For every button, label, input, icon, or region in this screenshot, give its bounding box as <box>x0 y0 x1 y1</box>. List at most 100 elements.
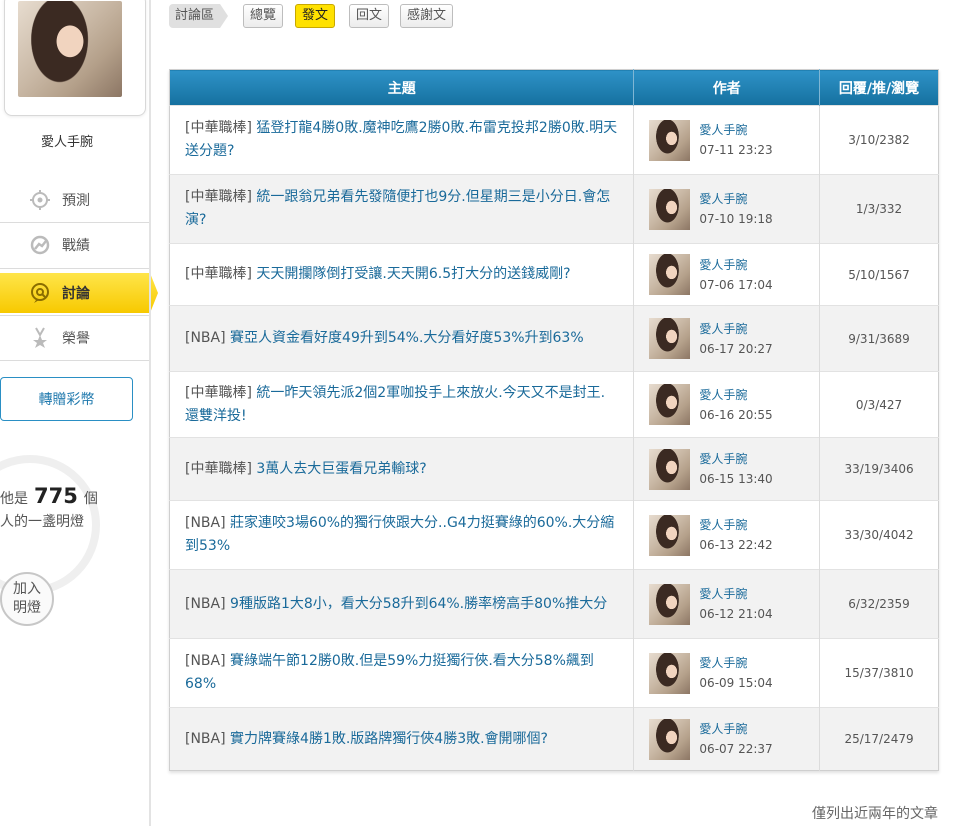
author-name[interactable]: 愛人手腕 <box>699 122 772 138</box>
tab-thanks[interactable]: 感謝文 <box>400 4 454 28</box>
topic-tag: [中華職棒] <box>185 120 252 136</box>
author-box: 愛人手腕 06-13 22:42 <box>634 514 819 556</box>
topic-tag: [NBA] <box>185 595 226 612</box>
author-cell: 愛人手腕 07-11 23:23 <box>633 105 821 175</box>
table-row: [NBA] 莊家連咬3場60%的獨行俠跟大分..G4力挺賽綠的60%.大分縮到5… <box>169 500 939 570</box>
stats-cell: 25/17/2479 <box>819 707 939 771</box>
author-box: 愛人手腕 06-12 21:04 <box>634 583 819 625</box>
author-box: 愛人手腕 06-17 20:27 <box>634 318 819 359</box>
topic-cell: [中華職棒] 3萬人去大巨蛋看兄弟輸球? <box>169 437 635 501</box>
author-box: 愛人手腕 07-11 23:23 <box>634 119 819 161</box>
table-row: [中華職棒] 3萬人去大巨蛋看兄弟輸球? 愛人手腕 06-15 13:40 33/19… <box>169 437 939 501</box>
gift-coins-button[interactable]: 轉贈彩幣 <box>0 377 133 421</box>
sidebar: 愛人手腕 預測 戰績 討論 榮譽 轉贈彩幣 他是 775 個 人的一盞明燈 加入 <box>0 0 158 826</box>
sidebar-item-label: 榮譽 <box>62 331 90 347</box>
author-name[interactable]: 愛人手腕 <box>699 321 772 337</box>
nav-divider <box>0 268 150 269</box>
author-cell: 愛人手腕 07-10 19:18 <box>633 174 821 244</box>
tab-posts[interactable]: 發文 <box>295 4 336 28</box>
topic-tag: [中華職棒] <box>185 189 252 205</box>
table-row: [NBA] 實力牌賽綠4勝1敗.版路牌獨行俠4勝3敗.會開哪個? 愛人手腕 06-0… <box>169 707 939 771</box>
author-cell: 愛人手腕 06-09 15:04 <box>633 638 821 708</box>
topic-link[interactable]: 9種版路1大8小，看大分58升到64%.勝率榜高手80%推大分 <box>230 596 607 612</box>
author-info: 愛人手腕 06-16 20:55 <box>699 387 772 423</box>
topic-tag: [中華職棒] <box>185 384 252 401</box>
join-lamp-button[interactable]: 加入 明燈 <box>0 572 54 626</box>
stats-cell: 5/10/1567 <box>819 243 939 306</box>
sidebar-item-label: 戰績 <box>62 238 90 254</box>
author-name[interactable]: 愛人手腕 <box>699 721 772 737</box>
author-cell: 愛人手腕 07-06 17:04 <box>633 243 821 306</box>
stats-cell: 9/31/3689 <box>819 305 939 372</box>
table-row: [NBA] 賽綠端午節12勝0敗.但是59%力挺獨行俠.看大分58%飆到68% 愛… <box>169 638 939 708</box>
post-time: 06-17 20:27 <box>699 341 773 356</box>
author-info: 愛人手腕 06-07 22:37 <box>699 721 772 757</box>
author-cell: 愛人手腕 06-15 13:40 <box>633 437 821 501</box>
sidebar-item-honor[interactable]: 榮譽 <box>0 316 150 360</box>
author-info: 愛人手腕 06-09 15:04 <box>699 655 772 691</box>
author-name[interactable]: 愛人手腕 <box>699 257 772 273</box>
author-name[interactable]: 愛人手腕 <box>699 451 772 467</box>
author-avatar[interactable] <box>649 119 691 161</box>
chat-icon <box>28 281 52 305</box>
header-topic: 主題 <box>169 69 635 106</box>
topic-link[interactable]: 賽綠端午節12勝0敗.但是59%力挺獨行俠.看大分58%飆到68% <box>185 653 594 692</box>
author-avatar[interactable] <box>649 384 691 425</box>
author-name[interactable]: 愛人手腕 <box>699 655 772 671</box>
author-cell: 愛人手腕 06-07 22:37 <box>633 707 821 771</box>
author-avatar[interactable] <box>649 583 691 625</box>
topic-link[interactable]: 天天開攔隊倒打受讓.天天開6.5打大分的送錢威剛? <box>256 266 570 282</box>
topic-tag: [中華職棒] <box>185 460 252 477</box>
author-avatar[interactable] <box>649 318 691 359</box>
topic-link[interactable]: 賽亞人資金看好度49升到54%.大分看好度53%升到63% <box>230 330 584 346</box>
section-label: 討論區 <box>169 4 228 28</box>
author-cell: 愛人手腕 06-13 22:42 <box>633 500 821 570</box>
lamp-count-text: 他是 775 個 <box>0 484 98 508</box>
author-box: 愛人手腕 06-15 13:40 <box>634 448 819 490</box>
target-icon <box>28 188 52 212</box>
topic-cell: [NBA] 賽亞人資金看好度49升到54%.大分看好度53%升到63% <box>169 305 635 372</box>
post-time: 07-11 23:23 <box>699 143 773 157</box>
topic-link[interactable]: 莊家連咬3場60%的獨行俠跟大分..G4力挺賽綠的60%.大分縮到53% <box>185 515 614 554</box>
author-info: 愛人手腕 07-06 17:04 <box>699 257 772 293</box>
author-name[interactable]: 愛人手腕 <box>699 387 772 403</box>
join-lamp-line2: 明燈 <box>13 600 41 616</box>
topic-tag: [NBA] <box>185 330 226 346</box>
author-box: 愛人手腕 06-07 22:37 <box>634 718 819 760</box>
topic-cell: [中華職棒] 統一昨天領先派2個2軍咖投手上來放火.今天又不是封王.還雙洋投! <box>169 371 635 438</box>
topic-link[interactable]: 實力牌賽綠4勝1敗.版路牌獨行俠4勝3敗.會開哪個? <box>230 731 548 747</box>
lamp-prefix: 他是 <box>0 491 28 507</box>
author-info: 愛人手腕 07-11 23:23 <box>699 122 772 158</box>
author-avatar[interactable] <box>649 718 691 760</box>
author-info: 愛人手腕 06-17 20:27 <box>699 321 772 357</box>
author-avatar[interactable] <box>649 652 691 694</box>
author-avatar[interactable] <box>649 448 691 490</box>
author-info: 愛人手腕 06-12 21:04 <box>699 586 772 622</box>
sidebar-item-discussion[interactable]: 討論 <box>0 273 158 313</box>
header-stats: 回覆/推/瀏覽 <box>819 69 939 106</box>
stats-cell: 33/30/4042 <box>819 500 939 570</box>
table-row: [中華職棒] 統一跟翁兄弟看先發隨便打也9分.但星期三是小分日.會怎演? 愛人手腕… <box>169 174 939 244</box>
table-row: [中華職棒] 天天開攔隊倒打受讓.天天開6.5打大分的送錢威剛? 愛人手腕 07-0… <box>169 243 939 306</box>
post-time: 06-15 13:40 <box>699 472 773 486</box>
author-avatar[interactable] <box>649 188 691 230</box>
tab-overview[interactable]: 總覽 <box>243 4 284 28</box>
topic-cell: [中華職棒] 猛登打龍4勝0敗.魔神吃鷹2勝0敗.布雷克投邦2勝0敗.明天送分題… <box>169 105 635 175</box>
tab-replies[interactable]: 回文 <box>349 4 390 28</box>
author-name[interactable]: 愛人手腕 <box>699 191 772 207</box>
topic-cell: [中華職棒] 統一跟翁兄弟看先發隨便打也9分.但星期三是小分日.會怎演? <box>169 174 635 244</box>
avatar[interactable] <box>18 1 122 97</box>
stats-cell: 33/19/3406 <box>819 437 939 501</box>
sidebar-item-record[interactable]: 戰績 <box>0 223 150 267</box>
sidebar-item-predict[interactable]: 預測 <box>0 178 150 222</box>
author-name[interactable]: 愛人手腕 <box>699 517 772 533</box>
stats-cell: 6/32/2359 <box>819 569 939 639</box>
author-avatar[interactable] <box>649 254 691 295</box>
author-cell: 愛人手腕 06-16 20:55 <box>633 371 821 438</box>
author-box: 愛人手腕 06-09 15:04 <box>634 652 819 694</box>
topic-tag: [NBA] <box>185 653 226 669</box>
author-avatar[interactable] <box>649 514 691 556</box>
topic-link[interactable]: 3萬人去大巨蛋看兄弟輸球? <box>256 461 426 477</box>
author-name[interactable]: 愛人手腕 <box>699 586 772 602</box>
lamp-suffix: 個 <box>83 491 98 507</box>
